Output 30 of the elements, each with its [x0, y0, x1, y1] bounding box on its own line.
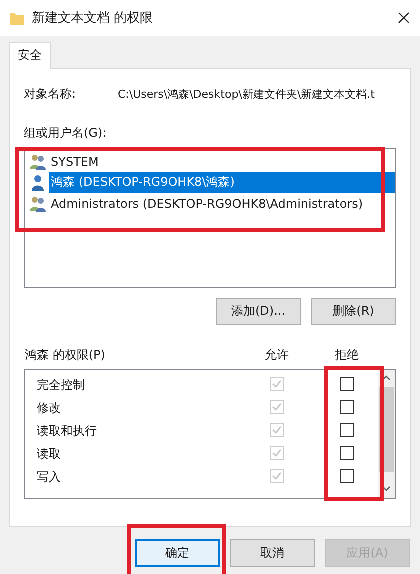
tab[interactable]: 安全: [9, 42, 51, 69]
column-header: 允许: [265, 347, 289, 364]
checkbox[interactable]: [340, 423, 354, 437]
column-header: 拒绝: [335, 347, 359, 364]
checkbox[interactable]: [340, 400, 354, 414]
user-icon: [29, 174, 47, 190]
user-item[interactable]: 鸿森 (DESKTOP-RG9OHK8\鸿森): [49, 172, 395, 193]
permission-name: 修改: [36, 400, 62, 417]
object-path: C:\Users\鸿森\Desktop\新建文件夹\新建文本文档.t: [118, 87, 375, 102]
permission-name: 读取: [36, 446, 62, 463]
user-item[interactable]: SYSTEM: [49, 152, 395, 170]
close-icon[interactable]: [398, 12, 410, 24]
dialog-button[interactable]: 删除(R): [311, 298, 396, 325]
section-label: 鸿森 的权限(P): [25, 347, 106, 364]
field-label: 对象名称:: [24, 86, 78, 103]
checkbox[interactable]: [340, 469, 354, 483]
checkbox[interactable]: [340, 377, 354, 391]
permission-name: 读取和执行: [36, 423, 98, 440]
permission-name: 写入: [36, 469, 62, 486]
dialog-button[interactable]: 取消: [230, 539, 315, 567]
user-group-icon: [29, 154, 47, 170]
section-label: 组或用户名(G):: [24, 125, 108, 142]
dialog-button[interactable]: 确定: [135, 539, 220, 567]
user-item[interactable]: Administrators (DESKTOP-RG9OHK8\Administrators): [49, 194, 395, 212]
folder-icon: [10, 11, 24, 25]
permission-name: 完全控制: [36, 377, 86, 394]
window-title: 新建文本文档 的权限: [32, 10, 154, 27]
dialog-button[interactable]: 添加(D)...: [216, 298, 301, 325]
user-group-icon: [29, 196, 47, 212]
checkbox[interactable]: [340, 446, 354, 460]
